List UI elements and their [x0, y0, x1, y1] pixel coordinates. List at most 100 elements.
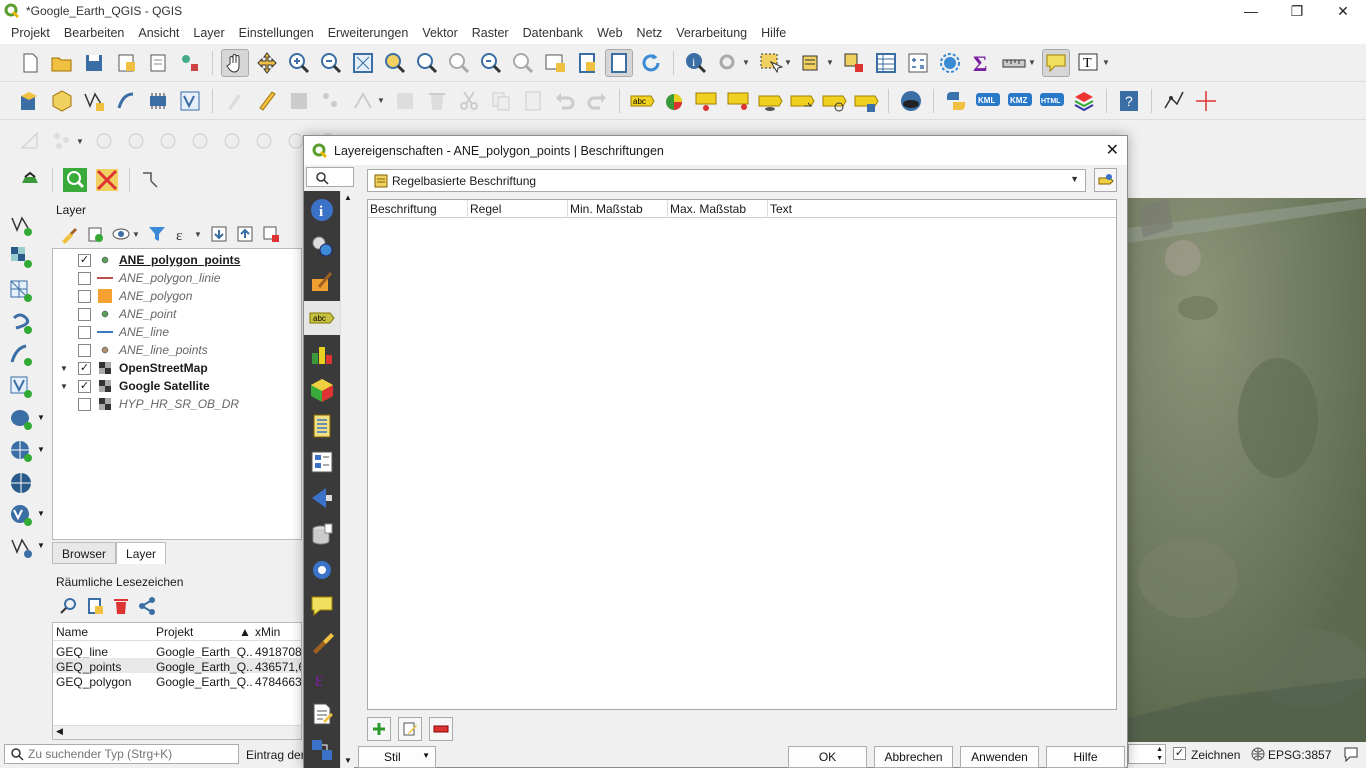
minimize-button[interactable]: —	[1228, 0, 1274, 22]
paste-features-icon[interactable]	[520, 88, 546, 114]
diagrams-icon[interactable]	[309, 341, 335, 367]
georeferencer-icon[interactable]	[1161, 88, 1187, 114]
menu-datenbank[interactable]: Datenbank	[516, 26, 590, 40]
pin-labels-icon[interactable]	[693, 88, 719, 114]
add-arcgis-icon[interactable]	[8, 534, 34, 560]
column-header-name[interactable]: Name	[56, 625, 88, 639]
dialog-search-field[interactable]	[306, 167, 354, 187]
menu-netz[interactable]: Netz	[630, 26, 670, 40]
move-dropdown[interactable]: ▼	[76, 137, 84, 146]
map-themes-dropdown[interactable]: ▼	[132, 230, 140, 239]
kml-import-icon[interactable]: KML	[975, 88, 1001, 114]
menu-raster[interactable]: Raster	[465, 26, 516, 40]
menu-vektor[interactable]: Vektor	[415, 26, 464, 40]
3d-view-icon[interactable]	[309, 377, 335, 403]
html-export-icon[interactable]: HTML	[1039, 88, 1065, 114]
tab-layer[interactable]: Layer	[116, 542, 167, 564]
zoom-last-icon[interactable]	[478, 50, 504, 76]
redo-icon[interactable]	[584, 88, 610, 114]
label-mode-select[interactable]: Regelbasierte Beschriftung ▼	[367, 169, 1086, 192]
add-part-icon[interactable]	[187, 128, 213, 154]
render-checkbox[interactable]: ✓	[1173, 747, 1186, 760]
open-project-icon[interactable]	[49, 50, 75, 76]
zoom-to-layer-icon[interactable]	[414, 50, 440, 76]
spin-arrows-icon[interactable]: ▲ ▼	[1156, 745, 1163, 763]
rotate-label-icon[interactable]	[821, 88, 847, 114]
delete-bookmark-icon[interactable]	[111, 596, 131, 616]
annotation-dropdown[interactable]: ▼	[1102, 58, 1110, 67]
column-header-project[interactable]: Projekt	[156, 625, 193, 639]
table-row[interactable]: GEQ_polygon Google_Earth_Q... 4784663,	[53, 673, 301, 689]
filter-legend-icon[interactable]	[147, 224, 167, 244]
rotate-feature-icon[interactable]	[91, 128, 117, 154]
auto-placement-button[interactable]	[1094, 168, 1117, 192]
locator-bar[interactable]	[4, 744, 239, 764]
share-bookmark-icon[interactable]	[137, 596, 157, 616]
wms-dropdown[interactable]: ▼	[37, 445, 45, 454]
coordinate-capture-icon[interactable]	[1193, 88, 1219, 114]
zoom-to-selection-icon[interactable]	[382, 50, 408, 76]
show-hide-labels-icon[interactable]	[725, 88, 751, 114]
menu-erweiterungen[interactable]: Erweiterungen	[321, 26, 416, 40]
layer-row[interactable]: ▼ ✓ Google Satellite	[53, 377, 303, 395]
tab-browser[interactable]: Browser	[52, 542, 117, 564]
current-edits-icon[interactable]	[222, 88, 248, 114]
crs-label[interactable]: EPSG:3857	[1268, 748, 1331, 762]
database-refresh-icon[interactable]	[17, 167, 43, 193]
field-calculator-icon[interactable]	[905, 50, 931, 76]
ok-button[interactable]: OK	[788, 746, 867, 768]
apply-button[interactable]: Anwenden	[960, 746, 1039, 768]
undo-icon[interactable]	[552, 88, 578, 114]
actions-icon[interactable]	[309, 557, 335, 583]
auxiliary-storage-icon[interactable]	[309, 521, 335, 547]
qms-icon[interactable]	[898, 88, 924, 114]
layout-manager-icon[interactable]	[145, 50, 171, 76]
delete-selected-icon[interactable]	[424, 88, 450, 114]
menu-einstellungen[interactable]: Einstellungen	[232, 26, 321, 40]
add-raster-layer-icon[interactable]	[8, 244, 34, 270]
attributes-form-icon[interactable]	[309, 449, 335, 475]
manage-map-themes-icon[interactable]	[111, 224, 131, 244]
metadata-icon[interactable]	[309, 701, 335, 727]
fields-icon[interactable]	[309, 413, 335, 439]
new-memory-layer-icon[interactable]	[145, 88, 171, 114]
dialog-close-button[interactable]: ✕	[1106, 140, 1119, 160]
select-features-icon[interactable]	[757, 50, 783, 76]
zoom-native-icon[interactable]	[446, 50, 472, 76]
add-spatialite-icon[interactable]	[8, 342, 34, 368]
locator-search-icon[interactable]	[62, 167, 88, 193]
add-group-icon[interactable]	[85, 224, 105, 244]
messages-icon[interactable]	[1342, 745, 1360, 763]
add-delimited-text-icon[interactable]	[8, 310, 34, 336]
kmz-import-icon[interactable]: KMZ	[1007, 88, 1033, 114]
horizontal-scrollbar[interactable]: ◀	[53, 725, 301, 739]
pan-map-icon[interactable]	[221, 48, 249, 77]
advanced-digitizing-icon[interactable]	[17, 128, 43, 154]
layer-checkbox[interactable]: ✓	[78, 379, 91, 393]
crs-globe-icon[interactable]	[1251, 747, 1265, 761]
layer-row[interactable]: ANE_line_points	[53, 341, 303, 359]
move-label-icon[interactable]	[789, 88, 815, 114]
actions-dropdown[interactable]: ▼	[742, 58, 750, 67]
save-project-icon[interactable]	[81, 50, 107, 76]
add-virtual-layer-icon[interactable]	[8, 374, 34, 400]
menu-ansicht[interactable]: Ansicht	[131, 26, 186, 40]
statistics-icon[interactable]: Σ	[969, 50, 995, 76]
layer-row[interactable]: ▼ ✓ OpenStreetMap	[53, 359, 303, 377]
add-mesh-layer-icon[interactable]	[8, 278, 34, 304]
expand-all-icon[interactable]	[209, 224, 229, 244]
zoom-to-bookmark-icon[interactable]	[59, 596, 79, 616]
rendering-icon[interactable]	[309, 629, 335, 655]
add-bookmark-icon[interactable]	[85, 596, 105, 616]
expand-arrow-icon[interactable]: ▼	[60, 364, 68, 373]
table-row[interactable]: GEQ_points Google_Earth_Q... 436571,6	[53, 658, 301, 674]
identify-icon[interactable]: i	[683, 50, 709, 76]
profile-tool-icon[interactable]	[139, 167, 165, 193]
measure-dropdown[interactable]: ▼	[1028, 58, 1036, 67]
layer-checkbox[interactable]	[78, 271, 91, 285]
sidebar-scrollbar[interactable]: ▲ ▼	[340, 191, 354, 768]
add-vector-layer-icon[interactable]	[8, 212, 34, 238]
layer-stack-icon[interactable]	[1071, 88, 1097, 114]
edit-rule-button[interactable]	[398, 717, 422, 741]
simplify-icon[interactable]	[123, 128, 149, 154]
